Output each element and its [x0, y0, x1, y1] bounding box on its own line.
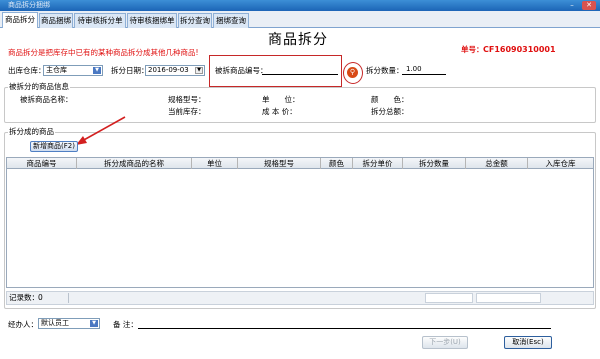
warehouse-value: 主仓库: [46, 66, 67, 74]
col-unit-price[interactable]: 拆分单价: [353, 158, 403, 169]
table-header: 商品编号 拆分成商品的名称 单位 规格型号 颜色 拆分单价 拆分数量 总金额 入…: [7, 158, 593, 169]
title-bar: [0, 0, 600, 11]
search-icon[interactable]: ⚲: [347, 67, 358, 78]
item-code-input[interactable]: [262, 65, 338, 75]
record-count-label: 记录数：: [9, 293, 39, 302]
warehouse-select[interactable]: 主仓库 ▼: [43, 65, 103, 76]
tab-bundle-query[interactable]: 捆绑查询: [213, 13, 249, 28]
cancel-button[interactable]: 取消(Esc): [504, 336, 552, 349]
qty-input[interactable]: 1.00: [402, 65, 446, 75]
tab-pending-split[interactable]: 待审核拆分单: [74, 13, 126, 28]
total-label: 拆分总额：: [371, 107, 409, 116]
col-amount[interactable]: 总金额: [466, 158, 528, 169]
chevron-down-icon[interactable]: ▼: [93, 67, 101, 74]
date-value: 2016-09-03: [148, 66, 189, 74]
window-title: 商品拆分捆绑: [8, 1, 50, 9]
tab-split[interactable]: 商品拆分: [2, 12, 38, 28]
cost-label: 成 本 价：: [262, 107, 297, 116]
col-item-code[interactable]: 商品编号: [7, 158, 77, 169]
record-count-value: 0: [38, 293, 43, 302]
tab-pending-bundle[interactable]: 待审核捆绑单: [127, 13, 177, 28]
minimize-icon[interactable]: –: [565, 1, 579, 10]
handler-value: 默认员工: [41, 319, 69, 327]
col-color[interactable]: 颜色: [321, 158, 353, 169]
order-no-value: CF16090310001: [483, 45, 556, 54]
col-warehouse[interactable]: 入库仓库: [528, 158, 593, 169]
stock-label: 当前库存：: [168, 107, 206, 116]
warehouse-label: 出库仓库：: [8, 66, 46, 75]
handler-label: 经办人：: [8, 320, 38, 329]
unit-label: 单 位：: [262, 95, 300, 104]
summary-cell-amount: [476, 293, 541, 303]
col-unit[interactable]: 单位: [192, 158, 238, 169]
item-name-label: 被拆商品名称：: [20, 95, 73, 104]
item-code-label: 被拆商品编号：: [215, 66, 268, 75]
page-title: 商品拆分: [268, 32, 328, 48]
close-icon[interactable]: ✕: [582, 1, 596, 10]
tab-bundle[interactable]: 商品捆绑: [39, 13, 73, 28]
add-product-button[interactable]: 新增商品(F2): [30, 141, 78, 152]
date-picker[interactable]: 2016-09-03 ▼: [145, 65, 205, 76]
date-label: 拆分日期：: [111, 66, 149, 75]
color-label: 颜 色：: [371, 95, 409, 104]
col-spec[interactable]: 规格型号: [238, 158, 321, 169]
calendar-dropdown-icon[interactable]: ▼: [195, 67, 203, 74]
spec-label: 规格型号：: [168, 95, 206, 104]
qty-label: 拆分数量：: [366, 66, 404, 75]
remark-label: 备 注：: [113, 320, 138, 329]
order-no-label: 单号：: [461, 45, 484, 54]
handler-select[interactable]: 默认员工 ▼: [38, 318, 100, 329]
summary-cell-qty: [425, 293, 473, 303]
col-item-name[interactable]: 拆分成商品的名称: [77, 158, 192, 169]
annotation-arrow: [76, 116, 126, 145]
products-table: 商品编号 拆分成商品的名称 单位 规格型号 颜色 拆分单价 拆分数量 总金额 入…: [6, 157, 594, 288]
chevron-down-icon[interactable]: ▼: [90, 320, 98, 327]
tab-split-query[interactable]: 拆分查询: [178, 13, 212, 28]
hint-text: 商品拆分是把库存中已有的某种商品拆分成其他几种商品!: [8, 48, 199, 57]
col-qty[interactable]: 拆分数量: [403, 158, 466, 169]
info-legend: 被拆分的商品信息: [8, 82, 70, 92]
next-step-button[interactable]: 下一步(U): [422, 336, 468, 349]
products-legend: 拆分成的商品: [8, 127, 55, 137]
record-divider: [68, 293, 69, 303]
remark-input[interactable]: [138, 319, 551, 329]
